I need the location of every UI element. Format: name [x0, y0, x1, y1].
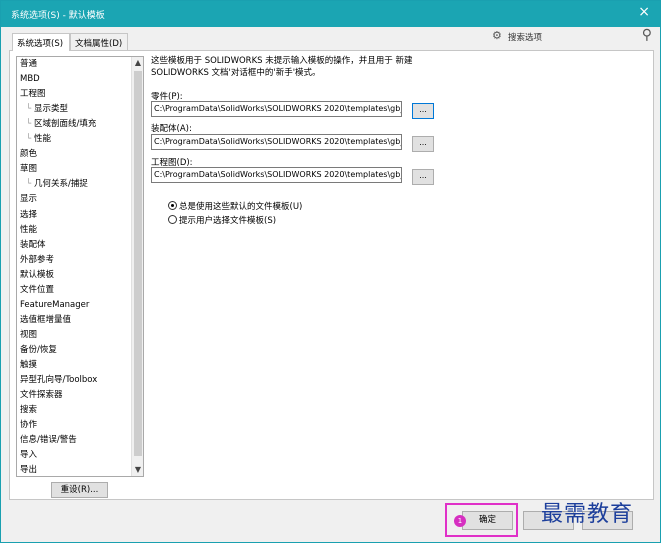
tree-item[interactable]: └ 显示类型	[26, 102, 68, 117]
tree-connector: └	[26, 104, 32, 115]
tree-item[interactable]: 显示	[20, 192, 37, 207]
tree-item-label: 显示	[20, 194, 38, 205]
assembly-browse-button[interactable]: ...	[412, 136, 434, 152]
radio-prompt-user[interactable]: 提示用户选择文件模板(S)	[168, 214, 276, 226]
tree-item-label: 导出	[20, 465, 38, 476]
tree-item-label: 普通	[20, 59, 38, 69]
tree-item-label: 性能	[34, 134, 52, 145]
tree-item-label: 信息/错误/警告	[20, 435, 77, 446]
ok-button[interactable]: 确定	[462, 511, 513, 530]
tree-connector: └	[26, 134, 32, 145]
tree-item-label: 颜色	[20, 149, 38, 160]
scroll-thumb[interactable]	[134, 71, 142, 456]
tree-item[interactable]: 信息/错误/警告	[20, 433, 77, 448]
tree-item-label: 外部参考	[20, 254, 55, 265]
tree-item-label: 草图	[20, 164, 38, 175]
tree-item[interactable]: 协作	[20, 418, 37, 433]
tree-item[interactable]: FeatureManager	[20, 298, 89, 313]
tree-item-label: 选值框增量值	[20, 314, 72, 325]
tree-item[interactable]: 颜色	[20, 147, 37, 162]
drawing-template-field[interactable]: C:\ProgramData\SolidWorks\SOLIDWORKS 202…	[151, 167, 402, 183]
tree-item-label: 性能	[20, 224, 38, 235]
radio-label: 提示用户选择文件模板(S)	[179, 216, 277, 226]
tree-item[interactable]: 导出	[20, 463, 38, 476]
assembly-template-field[interactable]: C:\ProgramData\SolidWorks\SOLIDWORKS 202…	[151, 134, 402, 150]
drawing-browse-button[interactable]: ...	[412, 169, 434, 185]
tree-item[interactable]: └ 性能	[26, 132, 51, 147]
step-number-badge: 1	[454, 515, 466, 527]
tree-item-label: 备份/恢复	[20, 344, 57, 355]
scroll-up-icon[interactable]: ▲	[132, 57, 143, 69]
tree-item[interactable]: 普通	[20, 57, 37, 72]
tree-item-label: FeatureManager	[20, 299, 90, 310]
options-tree: 普通 MBD 工程图 └ 显示类型 └ 区域剖面线/填充 └ 性能 颜色 草图 └ 几何关系/捕捉 显示选…	[16, 56, 144, 477]
tree-item-label: 文件位置	[20, 284, 55, 295]
reset-button[interactable]: 重设(R)...	[51, 482, 108, 498]
gear-icon: ⚙	[492, 29, 502, 42]
tree-item-label: 文件探索器	[20, 390, 63, 401]
part-template-field[interactable]: C:\ProgramData\SolidWorks\SOLIDWORKS 202…	[151, 101, 402, 117]
tree-connector: └	[26, 119, 32, 130]
tree-item[interactable]: 文件位置	[20, 283, 54, 298]
tree-item[interactable]: 工程图	[20, 87, 46, 102]
tree-item[interactable]: 文件探索器	[20, 388, 63, 403]
tree-item[interactable]: 性能	[20, 223, 37, 238]
title-bar: 系统选项(S) - 默认模板 ×	[1, 1, 660, 27]
tree-item-label: 工程图	[20, 89, 46, 100]
tree-item[interactable]: └ 区域剖面线/填充	[26, 117, 96, 132]
tree-item[interactable]: 外部参考	[20, 253, 54, 268]
watermark-logo: 最需教育	[541, 502, 634, 527]
tree-item[interactable]: 默认模板	[20, 268, 54, 283]
tree-item[interactable]: 异型孔向导/Toolbox	[20, 373, 97, 388]
tree-item-label: 显示类型	[34, 104, 69, 115]
part-browse-button[interactable]: ...	[412, 103, 434, 119]
tree-item[interactable]: 触摸	[20, 358, 37, 373]
tree-item-label: 触摸	[20, 360, 38, 370]
tree-item[interactable]: 搜索	[20, 403, 37, 418]
tree-item[interactable]: 选择	[20, 208, 37, 223]
tree-item-label: 协作	[20, 420, 38, 431]
search-options-box[interactable]: ⚙ 搜索选项 ⚲	[492, 27, 654, 46]
tree-item[interactable]: └ 几何关系/捕捉	[26, 177, 88, 192]
tree-connector: └	[26, 179, 32, 190]
radio-unchecked-icon[interactable]	[168, 215, 177, 224]
tree-item-label: 区域剖面线/填充	[34, 119, 97, 130]
tree-item-label: 默认模板	[20, 269, 55, 280]
tree-item[interactable]: 草图	[20, 162, 37, 177]
tree-item-label: 装配体	[20, 239, 46, 250]
template-description: 这些模板用于 SOLIDWORKS 未提示输入模板的操作，并且用于 新建 SOL…	[151, 56, 413, 78]
assembly-label: 装配体(A):	[151, 124, 192, 134]
tree-item[interactable]: MBD	[20, 72, 40, 87]
tab-document-properties[interactable]: 文档属性(D)	[70, 33, 128, 50]
search-icon[interactable]: ⚲	[642, 27, 652, 43]
tree-scrollbar[interactable]: ▲ ▼	[131, 57, 143, 476]
radio-checked-icon[interactable]	[168, 201, 177, 210]
tab-system-options[interactable]: 系统选项(S)	[12, 33, 70, 51]
tree-item-label: 视图	[20, 329, 38, 340]
tree-item-label: MBD	[20, 74, 40, 85]
tree-item-label: 搜索	[20, 405, 38, 416]
window-title: 系统选项(S) - 默认模板	[11, 11, 105, 21]
tree-item-label: 选择	[20, 209, 38, 220]
tree-item[interactable]: 视图	[20, 328, 37, 343]
tree-item-label: 异型孔向导/Toolbox	[20, 375, 98, 386]
tree-item-label: 导入	[20, 450, 38, 461]
tree-item[interactable]: 选值框增量值	[20, 313, 71, 328]
radio-label: 总是使用这些默认的文件模板(U)	[179, 202, 303, 212]
scroll-down-icon[interactable]: ▼	[132, 464, 143, 476]
tree-item[interactable]: 装配体	[20, 238, 46, 253]
tree-item[interactable]: 导入	[20, 448, 37, 463]
tree-item-label: 几何关系/捕捉	[34, 179, 88, 190]
search-placeholder: 搜索选项	[508, 33, 543, 43]
radio-always-use-default[interactable]: 总是使用这些默认的文件模板(U)	[168, 200, 302, 212]
tree-item[interactable]: 备份/恢复	[20, 343, 57, 358]
close-icon[interactable]: ×	[638, 4, 650, 20]
